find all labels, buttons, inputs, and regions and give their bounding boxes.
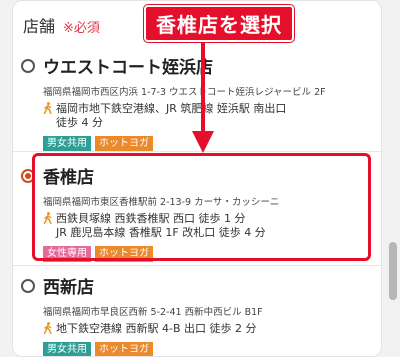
store-radio[interactable] (21, 58, 35, 73)
field-label: 店舗 (23, 17, 56, 36)
down-arrow-icon (192, 37, 214, 153)
store-access-text: 地下鉄空港線 西新駅 4-B 出口 徒歩 2 分 (56, 322, 257, 335)
divider (13, 265, 381, 266)
scrollbar-thumb[interactable] (389, 242, 397, 300)
store-access-text: 福岡市地下鉄空港線、JR 筑肥線 姪浜駅 南出口 徒歩 4 分 (56, 102, 287, 129)
required-marker: ※必須 (63, 21, 100, 36)
store-radio[interactable] (21, 278, 35, 293)
tag-hot-yoga: ホットヨガ (95, 136, 153, 152)
store-option[interactable]: 西新店 福岡県福岡市早良区西新 5-2-41 西新中西ビル B1F 地下鉄空港線… (21, 273, 373, 356)
annotation-callout: 香椎店を選択 (144, 5, 294, 42)
tag-mixed: 男女共用 (43, 136, 91, 152)
selection-highlight-box (32, 153, 371, 261)
walking-person-icon (43, 322, 52, 334)
scrollbar[interactable] (386, 0, 400, 355)
walking-person-icon (43, 102, 52, 114)
field-header: 店舗 ※必須 (23, 13, 100, 37)
store-name: 西新店 (43, 278, 94, 298)
store-address: 福岡県福岡市早良区西新 5-2-41 西新中西ビル B1F (43, 307, 263, 318)
store-selection-panel: 店舗 ※必須 ウエストコート姪浜店 福岡県福岡市西区内浜 1-7-3 ウエストコ… (12, 0, 382, 357)
store-access: 地下鉄空港線 西新駅 4-B 出口 徒歩 2 分 (43, 322, 373, 336)
